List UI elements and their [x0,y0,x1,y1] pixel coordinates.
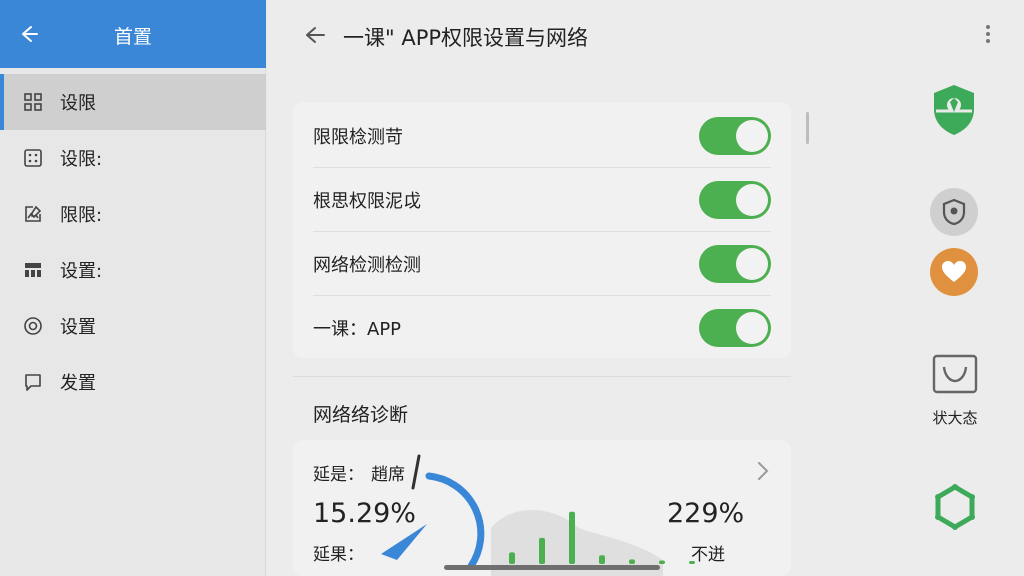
toggle-knob [736,184,768,216]
sidebar-title: 首置 [113,26,152,48]
bar-mark [659,560,665,564]
sidebar: 首置 设限 设限: 限限: 设置: 设置 发置 [0,0,266,576]
toggle-row: 限限棯测苛 [313,104,771,168]
sidebar-item-label: 设限 [60,93,96,114]
shield-icon[interactable] [928,82,980,138]
toggle-knob [736,248,768,280]
gauge-arc [425,472,485,570]
permissions-card: 限限棯测苛 根思权限泥戉 网络检测检测 一课：APP [293,102,791,358]
bar-mark [509,552,515,564]
status-label: 状大态 [932,409,978,427]
toggle-label: 限限棯测苛 [313,127,403,148]
sidebar-item-4[interactable]: 设置 [0,298,266,354]
sidebar-list: 设限 设限: 限限: 设置: 设置 发置 [0,74,266,410]
right-caption: 不迸 [691,545,725,565]
bar-mark [539,537,545,564]
toggle-switch[interactable] [699,309,771,347]
chat-icon [22,371,44,393]
sidebar-item-3[interactable]: 设置: [0,242,266,298]
right-percent: 229% [667,498,745,529]
sidebar-item-label: 设限: [60,149,103,170]
sidebar-item-0[interactable]: 设限 [0,74,266,130]
chevron-right-icon[interactable] [755,460,771,482]
diagnostics-card[interactable]: 延是： 趙席 15.29% 延果： 229% 不迸 [293,440,791,576]
shield-lock-icon[interactable] [930,188,978,236]
sidebar-item-label: 限限: [60,205,103,226]
right-rail: 状大态 [900,0,1024,576]
latency-value: 趙席 [371,465,405,485]
home-indicator[interactable] [444,565,660,570]
toggle-row: 网络检测检测 [313,232,771,296]
toggle-row: 根思权限泥戉 [313,168,771,232]
table-icon [22,259,44,281]
section-divider [293,376,791,377]
sidebar-item-label: 发置 [60,373,96,394]
sidebar-item-1[interactable]: 设限: [0,130,266,186]
toggle-switch[interactable] [699,117,771,155]
toggle-label: 根思权限泥戉 [313,191,421,212]
sidebar-header: 首置 [0,0,266,68]
result-label: 延果： [313,545,364,565]
pointer-shape [381,524,427,560]
toggle-label: 一课：APP [313,319,402,340]
section-title: 网络络诊断 [313,404,409,426]
target-icon [22,315,44,337]
gauge-needle [411,454,421,490]
dice-icon [22,147,44,169]
toggle-knob [736,120,768,152]
toggle-row: 一课：APP [313,296,771,360]
bar-mark [569,511,575,564]
toggle-switch[interactable] [699,245,771,283]
back-arrow-icon[interactable] [301,22,327,48]
hexagon-settings-icon[interactable] [930,482,980,532]
toggle-switch[interactable] [699,181,771,219]
sidebar-item-5[interactable]: 发置 [0,354,266,410]
latency-label: 延是： [313,465,364,485]
toggle-label: 网络检测检测 [313,255,421,276]
sidebar-item-label: 设置 [60,317,96,338]
left-percent: 15.29% [313,498,416,529]
sidebar-item-2[interactable]: 限限: [0,186,266,242]
sidebar-item-label: 设置: [60,261,103,282]
bar-mark [599,555,605,564]
bar-mark [629,559,635,564]
scrollbar-thumb[interactable] [806,112,809,144]
grid-icon [22,91,44,113]
edit-image-icon [22,203,44,225]
inbox-icon[interactable] [930,352,980,396]
page-title: 一课" APP权限设置与网络 [343,26,589,50]
toggle-knob [736,312,768,344]
heart-icon[interactable] [930,248,978,296]
